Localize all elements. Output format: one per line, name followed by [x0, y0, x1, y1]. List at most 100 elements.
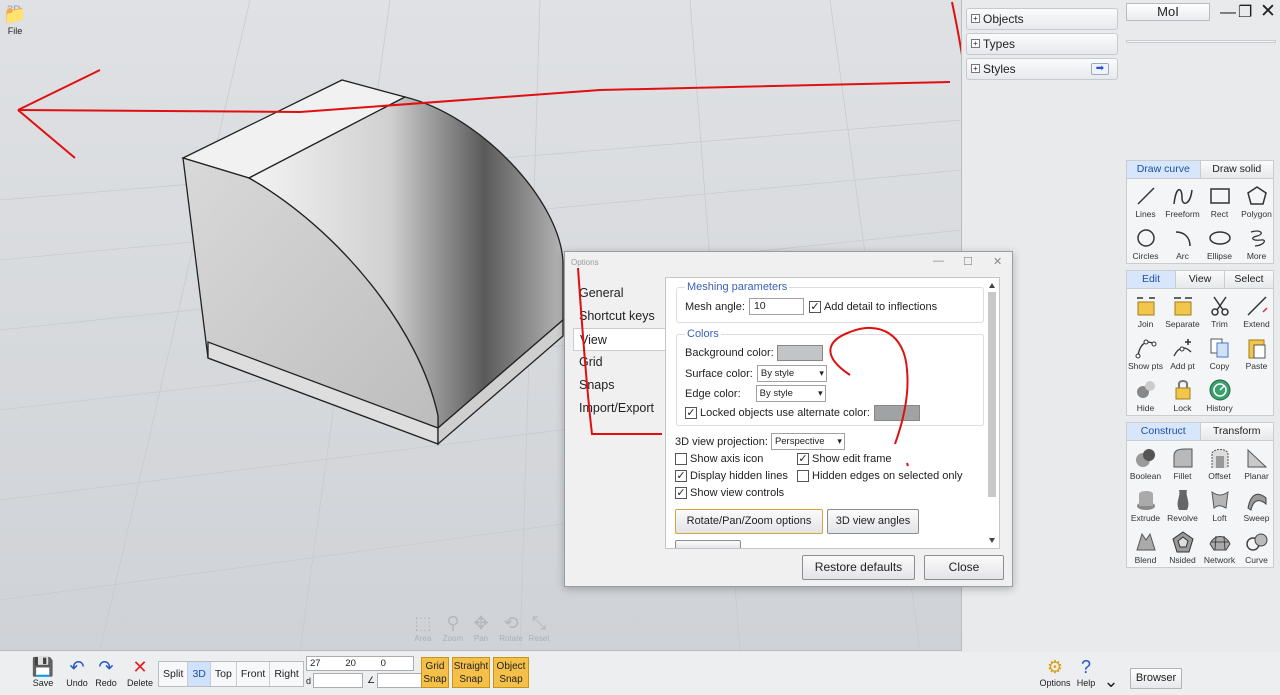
undo-button[interactable]: ↶ Undo [64, 656, 90, 688]
tool-sweep[interactable]: Sweep [1238, 483, 1275, 525]
xyz-field[interactable]: 27 20 0 [306, 656, 414, 671]
tool-network[interactable]: Network [1201, 525, 1238, 567]
tool-offset[interactable]: Offset [1201, 441, 1238, 483]
nav-reset-button[interactable]: ⤡ Reset [524, 612, 554, 643]
detail-checkbox[interactable]: ✓ [808, 300, 821, 313]
nav-shortcut-keys[interactable]: Shortcut keys [573, 305, 665, 328]
save-button[interactable]: 💾 Save [31, 656, 55, 688]
tab-draw-solid[interactable]: Draw solid [1200, 161, 1273, 178]
locked-color-swatch[interactable] [874, 405, 920, 421]
options-button[interactable]: ⚙ Options [1039, 656, 1071, 688]
surface-color-select[interactable]: By style [756, 365, 827, 382]
view-angles-button[interactable]: 3D view angles [827, 509, 919, 534]
redo-button[interactable]: ↷ Redo [93, 656, 119, 688]
tool-lock[interactable]: Lock [1164, 373, 1201, 415]
tab-draw-curve[interactable]: Draw curve [1127, 161, 1201, 178]
angle-field[interactable] [377, 673, 428, 688]
mesh-angle-input[interactable]: 10 [748, 298, 804, 315]
hidden-edges-checkbox[interactable] [797, 470, 809, 482]
show-edit-frame-checkbox[interactable]: ✓ [797, 453, 809, 465]
tool-more[interactable]: More [1238, 221, 1275, 263]
tool-fillet[interactable]: Fillet [1164, 441, 1201, 483]
tool-freeform[interactable]: Freeform [1164, 179, 1201, 221]
tool-trim[interactable]: Trim [1201, 289, 1238, 331]
nav-pan-button[interactable]: ✥ Pan [466, 612, 496, 643]
scene-browser-styles[interactable]: + Styles ➡ [966, 58, 1118, 80]
tool-copy[interactable]: Copy [1201, 331, 1238, 373]
tool-blend[interactable]: Blend [1127, 525, 1164, 567]
tab-view[interactable]: View [1176, 271, 1225, 288]
collapse-button[interactable]: ⌄ [1103, 670, 1118, 692]
tool-separate[interactable]: Separate [1164, 289, 1201, 331]
tool-history[interactable]: History [1201, 373, 1238, 415]
close-window-icon[interactable]: ✕ [1260, 0, 1276, 23]
display-hidden-checkbox[interactable]: ✓ [675, 470, 687, 482]
tab-transform[interactable]: Transform [1200, 423, 1273, 440]
locked-color-checkbox[interactable]: ✓ [685, 407, 697, 419]
object-snap-button[interactable]: Object Snap [493, 657, 529, 688]
tool-hide[interactable]: Hide [1127, 373, 1164, 415]
tool-nsided[interactable]: Nsided [1164, 525, 1201, 567]
nav-zoom-button[interactable]: ⚲ Zoom [438, 612, 468, 643]
minimize-icon[interactable]: — [1220, 4, 1236, 22]
tool-paste[interactable]: Paste [1238, 331, 1275, 373]
tool-join[interactable]: Join [1127, 289, 1164, 331]
tool-curve[interactable]: Curve [1238, 525, 1275, 567]
restore-icon[interactable]: ❐ [1238, 2, 1252, 22]
help-button[interactable]: ? Help [1075, 656, 1097, 688]
browser-button[interactable]: Browser [1130, 668, 1182, 689]
edge-color-select[interactable]: By style [755, 385, 826, 402]
tool-boolean[interactable]: Boolean [1127, 441, 1164, 483]
nav-area-button[interactable]: ⬚ Area [408, 612, 438, 643]
dialog-minimize-icon[interactable]: — [933, 255, 944, 267]
straight-snap-button[interactable]: Straight Snap [452, 657, 490, 688]
tool-extend[interactable]: Extend [1238, 289, 1275, 331]
arrow-right-icon[interactable]: ➡ [1091, 63, 1109, 75]
nav-general[interactable]: General [573, 282, 665, 305]
distance-field[interactable] [313, 673, 364, 688]
nav-rotate-button[interactable]: ⟲ Rotate [496, 612, 526, 643]
partial-button[interactable] [675, 540, 741, 548]
restore-defaults-button[interactable]: Restore defaults [802, 555, 915, 580]
view-right-button[interactable]: Right [270, 662, 303, 686]
tool-add-pt[interactable]: Add pt [1164, 331, 1201, 373]
view-front-button[interactable]: Front [237, 662, 271, 686]
nav-view[interactable]: View [573, 328, 673, 351]
tool-loft[interactable]: Loft [1201, 483, 1238, 525]
tool-planar[interactable]: Planar [1238, 441, 1275, 483]
scrollbar[interactable] [987, 280, 997, 546]
dialog-maximize-icon[interactable]: ☐ [963, 255, 973, 268]
nav-grid[interactable]: Grid [573, 351, 665, 374]
scene-browser-types[interactable]: + Types [966, 33, 1118, 55]
file-button[interactable]: 📁 File [4, 4, 26, 36]
projection-select[interactable]: Perspective [770, 433, 845, 450]
tab-select[interactable]: Select [1225, 271, 1273, 288]
delete-button[interactable]: ✕ Delete [124, 656, 156, 688]
show-axis-checkbox[interactable] [675, 453, 687, 465]
tool-lines[interactable]: Lines [1127, 179, 1164, 221]
expand-icon[interactable]: + [971, 39, 980, 48]
background-color-swatch[interactable] [776, 345, 823, 361]
view-top-button[interactable]: Top [211, 662, 237, 686]
tool-arc[interactable]: Arc [1164, 221, 1201, 263]
tool-extrude[interactable]: Extrude [1127, 483, 1164, 525]
close-button[interactable]: Close [924, 555, 1004, 580]
tool-polygon[interactable]: Polygon [1238, 179, 1275, 221]
tool-show-pts[interactable]: Show pts [1127, 331, 1164, 373]
tab-edit[interactable]: Edit [1127, 271, 1176, 288]
show-view-controls-checkbox[interactable]: ✓ [675, 487, 687, 499]
rotate-pan-zoom-button[interactable]: Rotate/Pan/Zoom options [675, 509, 823, 534]
tool-circles[interactable]: Circles [1127, 221, 1164, 263]
tool-revolve[interactable]: Revolve [1164, 483, 1201, 525]
expand-icon[interactable]: + [971, 64, 980, 73]
view-split-button[interactable]: Split [159, 662, 189, 686]
tool-ellipse[interactable]: Ellipse [1201, 221, 1238, 263]
scene-browser-objects[interactable]: + Objects [966, 8, 1118, 30]
tool-rect[interactable]: Rect [1201, 179, 1238, 221]
moi-title-button[interactable]: MoI [1126, 3, 1210, 21]
grid-snap-button[interactable]: Grid Snap [421, 657, 449, 688]
view-3d-button[interactable]: 3D [188, 662, 211, 686]
tab-construct[interactable]: Construct [1127, 423, 1201, 440]
nav-import-export[interactable]: Import/Export [573, 397, 665, 420]
dialog-close-icon[interactable]: ✕ [993, 255, 1002, 268]
